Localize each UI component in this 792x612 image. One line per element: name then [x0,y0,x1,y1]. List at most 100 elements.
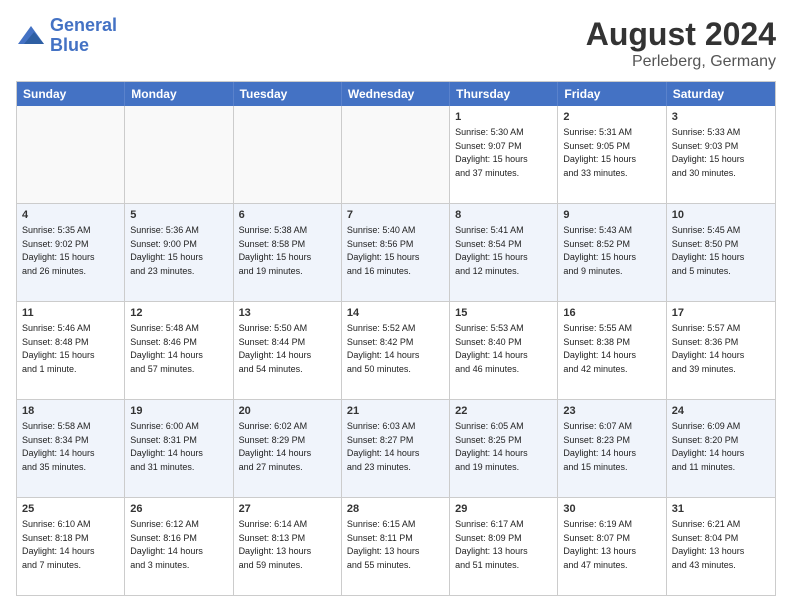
cell-info: Sunrise: 6:03 AM Sunset: 8:27 PM Dayligh… [347,421,420,472]
day-number: 25 [22,502,119,517]
header-day-wednesday: Wednesday [342,82,450,106]
day-number: 10 [672,208,770,223]
day-number: 26 [130,502,227,517]
day-number: 29 [455,502,552,517]
cal-cell-3-3: 21 Sunrise: 6:03 AM Sunset: 8:27 PM Dayli… [342,400,450,497]
cal-cell-1-6: 10 Sunrise: 5:45 AM Sunset: 8:50 PM Dayli… [667,204,775,301]
cell-info: Sunrise: 6:07 AM Sunset: 8:23 PM Dayligh… [563,421,636,472]
logo-icon [16,24,46,48]
cal-cell-3-0: 18 Sunrise: 5:58 AM Sunset: 8:34 PM Dayli… [17,400,125,497]
header: General Blue August 2024 Perleberg, Germ… [16,16,776,71]
cell-info: Sunrise: 5:45 AM Sunset: 8:50 PM Dayligh… [672,225,745,276]
cell-info: Sunrise: 5:30 AM Sunset: 9:07 PM Dayligh… [455,127,528,178]
calendar-row-4: 25 Sunrise: 6:10 AM Sunset: 8:18 PM Dayli… [17,497,775,595]
cal-cell-2-3: 14 Sunrise: 5:52 AM Sunset: 8:42 PM Dayli… [342,302,450,399]
cal-cell-3-6: 24Sunrise: 6:09 AM Sunset: 8:20 PM Dayli… [667,400,775,497]
header-day-sunday: Sunday [17,82,125,106]
day-number: 11 [22,306,119,321]
day-number: 13 [239,306,336,321]
cell-info: Sunrise: 5:55 AM Sunset: 8:38 PM Dayligh… [563,323,636,374]
cell-info: Sunrise: 5:43 AM Sunset: 8:52 PM Dayligh… [563,225,636,276]
cal-cell-4-5: 30 Sunrise: 6:19 AM Sunset: 8:07 PM Dayli… [558,498,666,595]
cell-info: Sunrise: 5:33 AM Sunset: 9:03 PM Dayligh… [672,127,745,178]
location: Perleberg, Germany [586,53,776,71]
cell-info: Sunrise: 6:09 AM Sunset: 8:20 PM Dayligh… [672,421,745,472]
cal-cell-2-4: 15 Sunrise: 5:53 AM Sunset: 8:40 PM Dayli… [450,302,558,399]
day-number: 17 [672,306,770,321]
day-number: 27 [239,502,336,517]
cal-cell-2-0: 11 Sunrise: 5:46 AM Sunset: 8:48 PM Dayli… [17,302,125,399]
cal-cell-0-1 [125,106,233,203]
day-number: 18 [22,404,119,419]
day-number: 21 [347,404,444,419]
cell-info: Sunrise: 6:14 AM Sunset: 8:13 PM Dayligh… [239,519,312,570]
cal-cell-2-6: 17 Sunrise: 5:57 AM Sunset: 8:36 PM Dayli… [667,302,775,399]
cell-info: Sunrise: 6:19 AM Sunset: 8:07 PM Dayligh… [563,519,636,570]
day-number: 14 [347,306,444,321]
cal-cell-4-1: 26 Sunrise: 6:12 AM Sunset: 8:16 PM Dayli… [125,498,233,595]
day-number: 30 [563,502,660,517]
calendar: SundayMondayTuesdayWednesdayThursdayFrid… [16,81,776,596]
logo-text: General Blue [50,16,117,56]
cal-cell-3-1: 19 Sunrise: 6:00 AM Sunset: 8:31 PM Dayli… [125,400,233,497]
cal-cell-3-5: 23 Sunrise: 6:07 AM Sunset: 8:23 PM Dayli… [558,400,666,497]
cell-info: Sunrise: 5:46 AM Sunset: 8:48 PM Dayligh… [22,323,95,374]
day-number: 15 [455,306,552,321]
calendar-body: 1Sunrise: 5:30 AM Sunset: 9:07 PM Daylig… [17,106,775,595]
cell-info: Sunrise: 5:50 AM Sunset: 8:44 PM Dayligh… [239,323,312,374]
cell-info: Sunrise: 6:10 AM Sunset: 8:18 PM Dayligh… [22,519,95,570]
cal-cell-1-4: 8 Sunrise: 5:41 AM Sunset: 8:54 PM Daylig… [450,204,558,301]
logo-general: General [50,15,117,35]
calendar-row-1: 4Sunrise: 5:35 AM Sunset: 9:02 PM Daylig… [17,203,775,301]
cal-cell-2-5: 16Sunrise: 5:55 AM Sunset: 8:38 PM Dayli… [558,302,666,399]
month-year: August 2024 [586,16,776,53]
header-day-tuesday: Tuesday [234,82,342,106]
cal-cell-0-5: 2Sunrise: 5:31 AM Sunset: 9:05 PM Daylig… [558,106,666,203]
calendar-row-0: 1Sunrise: 5:30 AM Sunset: 9:07 PM Daylig… [17,106,775,203]
cal-cell-4-0: 25 Sunrise: 6:10 AM Sunset: 8:18 PM Dayli… [17,498,125,595]
day-number: 4 [22,208,119,223]
day-number: 6 [239,208,336,223]
cell-info: Sunrise: 5:58 AM Sunset: 8:34 PM Dayligh… [22,421,95,472]
logo: General Blue [16,16,117,56]
cell-info: Sunrise: 5:31 AM Sunset: 9:05 PM Dayligh… [563,127,636,178]
cell-info: Sunrise: 6:00 AM Sunset: 8:31 PM Dayligh… [130,421,203,472]
cell-info: Sunrise: 5:38 AM Sunset: 8:58 PM Dayligh… [239,225,312,276]
day-number: 12 [130,306,227,321]
cal-cell-0-3 [342,106,450,203]
cell-info: Sunrise: 5:52 AM Sunset: 8:42 PM Dayligh… [347,323,420,374]
day-number: 31 [672,502,770,517]
cell-info: Sunrise: 6:05 AM Sunset: 8:25 PM Dayligh… [455,421,528,472]
day-number: 28 [347,502,444,517]
cell-info: Sunrise: 5:41 AM Sunset: 8:54 PM Dayligh… [455,225,528,276]
day-number: 20 [239,404,336,419]
cal-cell-3-4: 22 Sunrise: 6:05 AM Sunset: 8:25 PM Dayli… [450,400,558,497]
day-number: 23 [563,404,660,419]
day-number: 8 [455,208,552,223]
cell-info: Sunrise: 5:53 AM Sunset: 8:40 PM Dayligh… [455,323,528,374]
calendar-row-3: 18 Sunrise: 5:58 AM Sunset: 8:34 PM Dayli… [17,399,775,497]
cell-info: Sunrise: 5:36 AM Sunset: 9:00 PM Dayligh… [130,225,203,276]
day-number: 22 [455,404,552,419]
calendar-row-2: 11 Sunrise: 5:46 AM Sunset: 8:48 PM Dayli… [17,301,775,399]
day-number: 7 [347,208,444,223]
cal-cell-4-4: 29Sunrise: 6:17 AM Sunset: 8:09 PM Dayli… [450,498,558,595]
title-block: August 2024 Perleberg, Germany [586,16,776,71]
cell-info: Sunrise: 6:12 AM Sunset: 8:16 PM Dayligh… [130,519,203,570]
cal-cell-0-4: 1Sunrise: 5:30 AM Sunset: 9:07 PM Daylig… [450,106,558,203]
cell-info: Sunrise: 5:57 AM Sunset: 8:36 PM Dayligh… [672,323,745,374]
cal-cell-4-3: 28Sunrise: 6:15 AM Sunset: 8:11 PM Dayli… [342,498,450,595]
day-number: 19 [130,404,227,419]
cal-cell-1-1: 5 Sunrise: 5:36 AM Sunset: 9:00 PM Daylig… [125,204,233,301]
cal-cell-0-0 [17,106,125,203]
cal-cell-4-6: 31Sunrise: 6:21 AM Sunset: 8:04 PM Dayli… [667,498,775,595]
day-number: 5 [130,208,227,223]
cal-cell-2-1: 12Sunrise: 5:48 AM Sunset: 8:46 PM Dayli… [125,302,233,399]
cal-cell-1-5: 9 Sunrise: 5:43 AM Sunset: 8:52 PM Daylig… [558,204,666,301]
header-day-thursday: Thursday [450,82,558,106]
day-number: 9 [563,208,660,223]
cell-info: Sunrise: 6:02 AM Sunset: 8:29 PM Dayligh… [239,421,312,472]
cal-cell-1-0: 4Sunrise: 5:35 AM Sunset: 9:02 PM Daylig… [17,204,125,301]
cal-cell-0-2 [234,106,342,203]
cal-cell-2-2: 13 Sunrise: 5:50 AM Sunset: 8:44 PM Dayli… [234,302,342,399]
